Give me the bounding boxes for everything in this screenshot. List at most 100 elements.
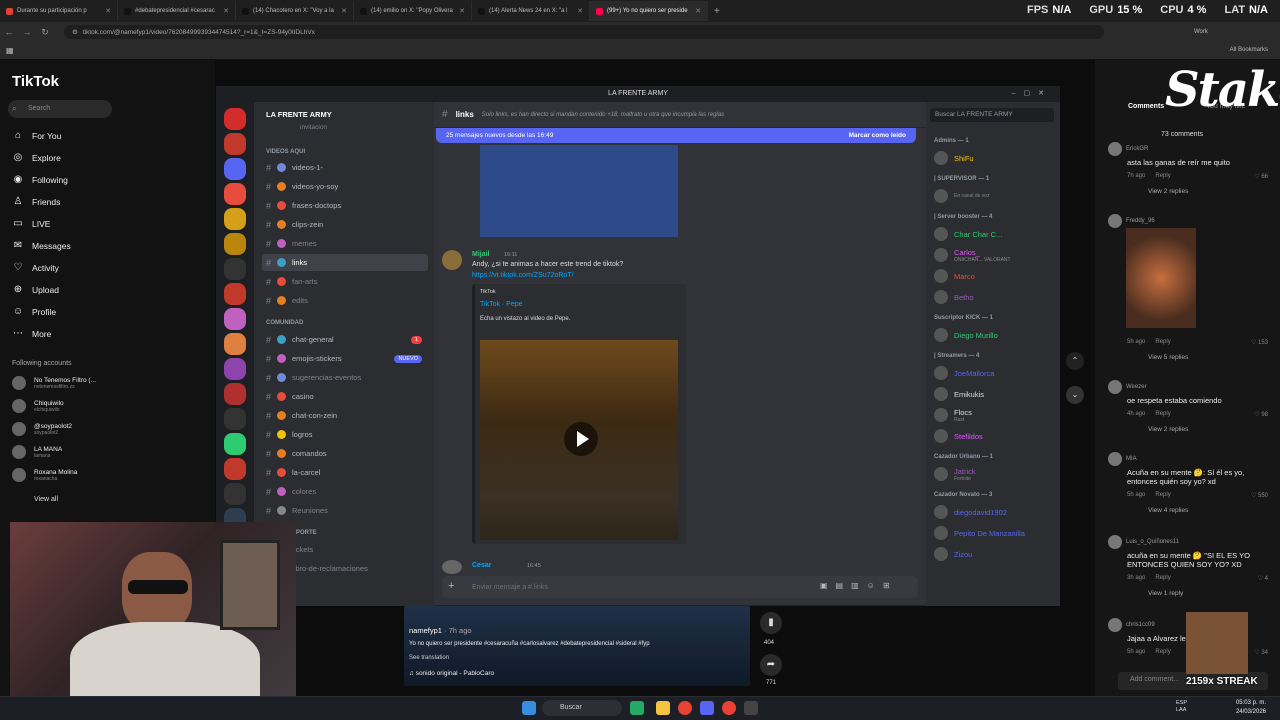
channel-la-carcel[interactable]: # la-carcel: [262, 464, 428, 481]
view-replies-button[interactable]: View 1 reply: [1148, 590, 1268, 597]
previous-embed-image[interactable]: [480, 145, 678, 237]
following-account[interactable]: Chiquiwilo elchiquiwilo: [12, 399, 64, 413]
avatar[interactable]: [442, 250, 462, 270]
explorer-icon[interactable]: [656, 701, 670, 715]
comment-user[interactable]: Luis_o_Quiñones11: [1126, 539, 1179, 545]
members-search-input[interactable]: Buscar LA FRENTE ARMY: [930, 108, 1054, 122]
server-icon[interactable]: [224, 383, 246, 405]
channel-chat-con-zein[interactable]: # chat-con-zein: [262, 407, 428, 424]
tab-comments[interactable]: Comments: [1128, 103, 1164, 110]
channel-frases-doctops[interactable]: # frases-doctops: [262, 197, 428, 214]
video-sound[interactable]: sonido original - PabloCaro: [416, 670, 494, 677]
view-replies-button[interactable]: View 5 replies: [1148, 354, 1268, 361]
channel-sugerencias-eventos[interactable]: # sugerencias-eventos: [262, 369, 428, 386]
member-item[interactable]: ShiFu: [934, 149, 1056, 167]
member-item[interactable]: Betho: [934, 288, 1056, 306]
tiktok-logo[interactable]: TikTok: [12, 73, 59, 90]
tab-close-icon[interactable]: ✕: [105, 7, 111, 15]
mark-read-button[interactable]: Marcar como leído: [849, 132, 906, 139]
share-icon[interactable]: ➦: [760, 654, 782, 676]
apps-icon[interactable]: ▦: [6, 46, 14, 55]
following-account[interactable]: LA MANA lamana: [12, 445, 62, 459]
all-bookmarks[interactable]: All Bookmarks: [1230, 47, 1268, 53]
avatar[interactable]: [1108, 142, 1122, 156]
browser-tab[interactable]: (14) Alerta News 24 en X: "a l ✕: [472, 1, 590, 21]
category-videos[interactable]: VIDEOS AQUI: [266, 149, 305, 155]
widgets-icon[interactable]: [630, 701, 644, 715]
member-item[interactable]: Zizou: [934, 545, 1056, 563]
search-input[interactable]: Search: [8, 100, 112, 118]
discord-icon[interactable]: [700, 701, 714, 715]
member-item[interactable]: Flocs Rust: [934, 406, 1056, 424]
view-replies-button[interactable]: View 2 replies: [1148, 426, 1268, 433]
tab-close-icon[interactable]: ✕: [459, 7, 465, 15]
member-item[interactable]: Emikukis: [934, 385, 1056, 403]
category-soporte[interactable]: PORTE: [296, 530, 317, 536]
nav-friends[interactable]: ♙ Friends: [12, 196, 61, 208]
server-icon[interactable]: [224, 458, 246, 480]
server-icon[interactable]: [224, 133, 246, 155]
composer-tools-icon[interactable]: ▣▤▥☺⊞: [820, 581, 898, 590]
taskbar-search[interactable]: Buscar: [542, 700, 622, 716]
server-icon[interactable]: [224, 483, 246, 505]
nav-upload[interactable]: ⊕ Upload: [12, 284, 59, 296]
channel-videos-yo-soy[interactable]: # videos-yo-soy: [262, 178, 428, 195]
new-tab-icon[interactable]: +: [714, 6, 720, 17]
window-controls-icon[interactable]: –▢✕: [1012, 89, 1052, 97]
view-replies-button[interactable]: View 2 replies: [1148, 188, 1268, 195]
comment-user[interactable]: MIA: [1126, 456, 1137, 462]
forward-icon[interactable]: →: [18, 27, 36, 37]
site-info-icon[interactable]: ⚙: [72, 28, 78, 36]
comment-user[interactable]: chris1cc09: [1126, 622, 1155, 628]
nav-for-you[interactable]: ⌂ For You: [12, 130, 61, 142]
server-icon[interactable]: [224, 358, 246, 380]
member-item[interactable]: JoeMallorca: [934, 364, 1056, 382]
server-icon[interactable]: [224, 208, 246, 230]
member-item[interactable]: Char Char C...: [934, 225, 1056, 243]
attach-plus-icon[interactable]: +: [448, 580, 454, 592]
reply-button[interactable]: Reply: [1155, 492, 1170, 499]
server-icon[interactable]: [224, 233, 246, 255]
member-item[interactable]: Stefildos: [934, 427, 1056, 445]
channel-comandos[interactable]: # comandos: [262, 445, 428, 462]
message-author[interactable]: Mijail: [472, 251, 490, 258]
start-icon[interactable]: [522, 701, 536, 715]
comment-user[interactable]: ErickGR: [1126, 146, 1148, 152]
tab-close-icon[interactable]: ✕: [341, 7, 347, 15]
video-author[interactable]: namefyp1: [409, 626, 442, 635]
browser-tab[interactable]: (14) emilio on X: "Popy Olivera ✕: [354, 1, 472, 21]
server-icon[interactable]: [224, 408, 246, 430]
channel-chat-general[interactable]: # chat-general 1: [262, 331, 428, 348]
next-video-icon[interactable]: ⌄: [1066, 386, 1084, 404]
server-icon[interactable]: [224, 333, 246, 355]
new-messages-bar[interactable]: 25 mensajes nuevos desde las 16:49 Marca…: [436, 128, 916, 143]
member-item[interactable]: Diego Murillo: [934, 326, 1056, 344]
channel-logros[interactable]: # logros: [262, 426, 428, 443]
channel-edits[interactable]: # edits: [262, 292, 428, 309]
member-item[interactable]: Marco: [934, 267, 1056, 285]
server-icon[interactable]: [224, 283, 246, 305]
browser-tab[interactable]: (99+) Yo no quiero ser preside ✕: [590, 1, 708, 21]
like-button[interactable]: ♡ 4: [1258, 575, 1268, 582]
tab-close-icon[interactable]: ✕: [695, 7, 701, 15]
nav-live[interactable]: ▭ LIVE: [12, 218, 50, 230]
member-item[interactable]: diegodavid1902: [934, 503, 1056, 521]
member-item[interactable]: Carlos_ ONIICHAN... VALORANT: [934, 246, 1056, 264]
channel-casino[interactable]: # casino: [262, 388, 428, 405]
nav-more[interactable]: ⋯ More: [12, 328, 51, 340]
message-link[interactable]: https://vt.tiktok.com/ZSu72oRoT/: [472, 272, 574, 279]
reply-button[interactable]: Reply: [1155, 575, 1170, 582]
bookmark-icon[interactable]: ▮: [760, 612, 782, 634]
video-player[interactable]: namefyp1 · 7h ago Yo no quiero ser presi…: [404, 606, 750, 686]
reply-button[interactable]: Reply: [1155, 339, 1170, 346]
avatar[interactable]: [1108, 214, 1122, 228]
settings-icon[interactable]: [744, 701, 758, 715]
reply-button[interactable]: Reply: [1155, 649, 1170, 656]
following-account[interactable]: No Tenemos Filtro (... notenemosfiltro.zs: [12, 376, 96, 390]
next-message-author[interactable]: Cesar: [472, 562, 491, 569]
tab-close-icon[interactable]: ✕: [577, 7, 583, 15]
avatar[interactable]: [1108, 535, 1122, 549]
url-field[interactable]: ⚙ tiktok.com/@namefyp1/video/762084999393…: [64, 25, 1104, 39]
browser-tab[interactable]: #debatepresidencial #cesarac ✕: [118, 1, 236, 21]
channel-clips-zein[interactable]: # clips-zein: [262, 216, 428, 233]
